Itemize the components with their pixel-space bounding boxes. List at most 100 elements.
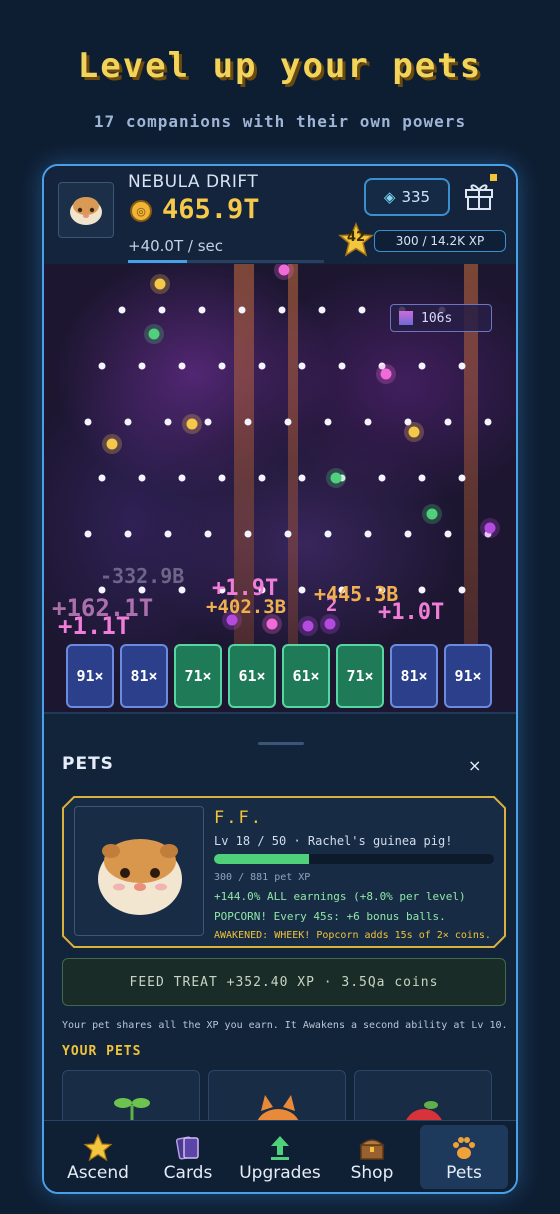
chart-icon xyxy=(399,311,413,325)
peg xyxy=(164,418,172,426)
peg xyxy=(84,418,92,426)
multiplier-slot: 81× xyxy=(390,644,438,708)
gem-icon: ◈ xyxy=(383,188,396,206)
nav-pets[interactable]: Pets xyxy=(420,1125,508,1189)
peg xyxy=(364,418,372,426)
your-pets-heading: YOUR PETS xyxy=(62,1044,142,1059)
pet-xp-text: 300 / 881 pet XP xyxy=(214,872,311,883)
top-bar: NEBULA DRIFT ◎ 465.9T +40.0T / sec ◈ 335… xyxy=(44,166,516,264)
peg xyxy=(84,530,92,538)
avatar[interactable] xyxy=(58,182,114,238)
ball xyxy=(186,418,198,430)
floating-amount: +1.0T xyxy=(378,600,445,625)
peg xyxy=(204,530,212,538)
promo-headline: Level up your pets xyxy=(77,46,483,86)
pet-awakened-perk: AWAKENED: WHEEK! Popcorn adds 15s of 2× … xyxy=(214,930,491,941)
drag-handle[interactable] xyxy=(258,742,304,745)
floating-amount: +1.1T xyxy=(58,612,131,640)
peg xyxy=(444,530,452,538)
pet-xp-bar xyxy=(214,854,494,864)
upgrade-arrow-icon xyxy=(271,1136,289,1160)
nav-label: Shop xyxy=(350,1163,394,1183)
rate-progress xyxy=(128,260,324,263)
peg xyxy=(418,474,426,482)
peg xyxy=(358,306,366,314)
timer-value: 106s xyxy=(421,310,453,326)
peg xyxy=(284,418,292,426)
nav-label: Pets xyxy=(446,1163,482,1183)
peg xyxy=(444,418,452,426)
cards-icon xyxy=(175,1136,199,1160)
nav-cards[interactable]: Cards xyxy=(144,1125,232,1189)
nav-shop[interactable]: Shop xyxy=(328,1125,416,1189)
peg xyxy=(178,474,186,482)
treasure-chest-icon xyxy=(359,1139,385,1160)
pet-perk: +144.0% ALL earnings (+8.0% per level) xyxy=(214,890,466,903)
gems-button[interactable]: ◈ 335 xyxy=(364,178,450,216)
peg xyxy=(218,362,226,370)
peg xyxy=(298,362,306,370)
floating-amount: +402.3B xyxy=(206,596,287,618)
peg xyxy=(178,362,186,370)
peg xyxy=(418,362,426,370)
player-level: 42 xyxy=(346,230,366,245)
ball xyxy=(484,522,496,534)
coin-icon: ◎ xyxy=(130,200,152,222)
peg xyxy=(98,474,106,482)
peg xyxy=(298,586,306,594)
promo-subline: 17 companions with their own powers xyxy=(93,112,467,131)
peg xyxy=(124,530,132,538)
peg xyxy=(324,418,332,426)
peg xyxy=(418,586,426,594)
floating-amount: -332.9B xyxy=(100,564,185,588)
peg xyxy=(298,474,306,482)
feed-treat-button[interactable]: FEED TREAT +352.40 XP · 3.5Qa coins xyxy=(62,958,506,1006)
multiplier-slot: 71× xyxy=(336,644,384,708)
peg xyxy=(338,362,346,370)
peg xyxy=(244,418,252,426)
plinko-board[interactable]: 106s -332.9B +162.1T +1.1T +1.9T +402.3B… xyxy=(44,264,516,712)
multiplier-slot: 61× xyxy=(282,644,330,708)
ball xyxy=(426,508,438,520)
star-icon xyxy=(83,1133,113,1162)
nav-label: Upgrades xyxy=(239,1163,321,1183)
ball xyxy=(106,438,118,450)
peg xyxy=(258,362,266,370)
close-button[interactable]: × xyxy=(468,756,481,775)
peg xyxy=(284,530,292,538)
multiplier-slot: 91× xyxy=(444,644,492,708)
peg xyxy=(238,306,246,314)
pet-portrait xyxy=(74,806,204,936)
player-xp-bar: 300 / 14.2K XP xyxy=(374,230,506,252)
pet-level-line: Lv 18 / 50 · Rachel's guinea pig! xyxy=(214,834,453,848)
multiplier-slots: 91× 81× 71× 61× 61× 71× 81× 91× xyxy=(64,640,496,712)
ball xyxy=(380,368,392,380)
peg xyxy=(278,306,286,314)
ball xyxy=(324,618,336,630)
coin-balance: 465.9T xyxy=(162,194,260,225)
peg xyxy=(98,362,106,370)
panel-title: PETS xyxy=(62,754,114,774)
nav-label: Ascend xyxy=(67,1163,129,1183)
selected-pet-card: F.F. Lv 18 / 50 · Rachel's guinea pig! 3… xyxy=(62,796,506,948)
ball xyxy=(302,620,314,632)
peg xyxy=(244,530,252,538)
ball xyxy=(330,472,342,484)
nav-label: Cards xyxy=(163,1163,213,1183)
nav-ascend[interactable]: Ascend xyxy=(54,1125,142,1189)
pets-panel: PETS × F.F. Lv 18 / 50 · Rachel's guinea… xyxy=(44,712,516,1130)
ball xyxy=(266,618,278,630)
peg xyxy=(404,530,412,538)
ball xyxy=(154,278,166,290)
pet-name: F.F. xyxy=(214,808,263,828)
peg xyxy=(378,474,386,482)
peg xyxy=(198,306,206,314)
peg xyxy=(204,418,212,426)
nav-upgrades[interactable]: Upgrades xyxy=(236,1125,324,1189)
peg xyxy=(458,474,466,482)
gift-icon[interactable] xyxy=(462,178,496,212)
pet-perk: POPCORN! Every 45s: +6 bonus balls. xyxy=(214,910,446,923)
peg xyxy=(458,362,466,370)
peg xyxy=(138,362,146,370)
multiplier-slot: 81× xyxy=(120,644,168,708)
